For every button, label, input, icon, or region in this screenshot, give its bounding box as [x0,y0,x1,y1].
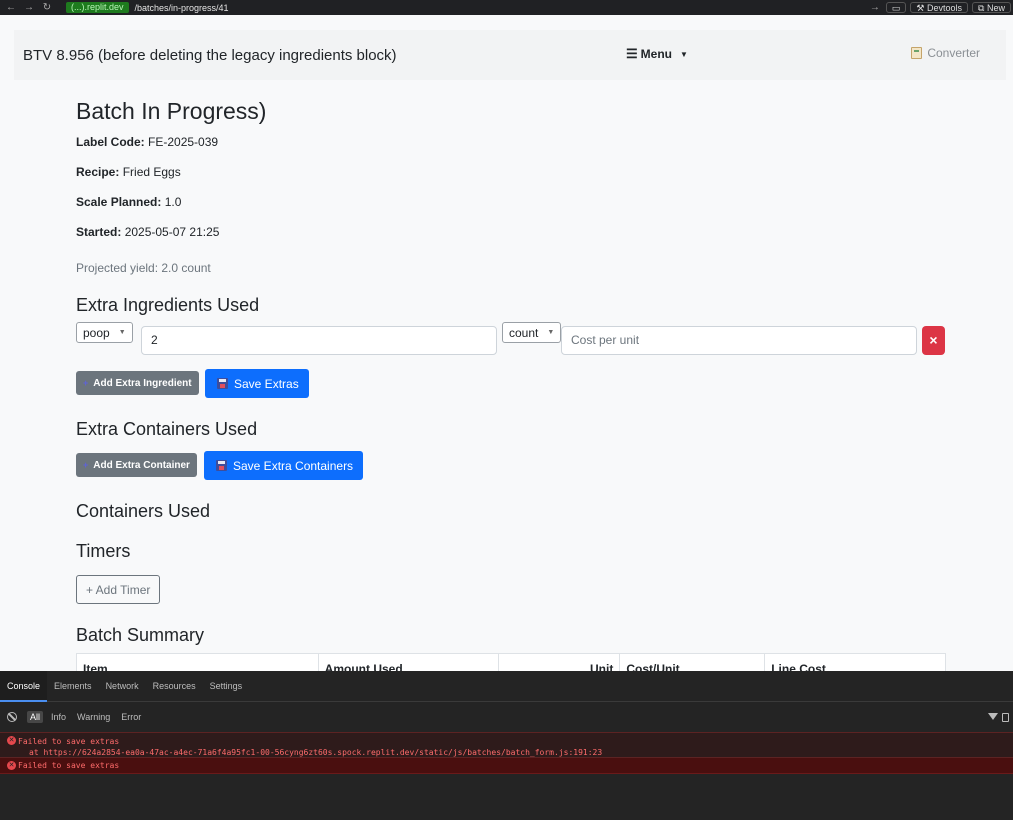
error-icon: ✕ [7,761,16,770]
copy-icon[interactable] [1002,712,1009,722]
field-value: FE-2025-039 [148,135,219,149]
save-extra-containers-button[interactable]: Save Extra Containers [204,451,364,480]
add-extra-container-label: Add Extra Container [93,459,190,471]
label-code-field: Label Code: FE-2025-039 [76,135,218,149]
external-link-icon: ⧉ [978,3,985,13]
field-label: Recipe: [76,165,120,179]
navbar: BTV 8.956 (before deleting the legacy in… [14,30,1006,80]
unit-select-value: count [509,325,539,340]
tab-settings[interactable]: Settings [203,671,250,702]
log-message: Failed to save extras [18,761,120,770]
console-filter-bar: All Info Warning Error [0,702,1013,732]
add-timer-button[interactable]: + Add Timer [76,575,161,604]
tab-console[interactable]: Console [0,670,48,702]
tab-network[interactable]: Network [99,671,146,702]
field-label: Scale Planned: [76,195,162,209]
console-error-entry[interactable]: ✕ Failed to save extras at https://624a2… [0,732,1013,758]
field-value: 1.0 [164,195,182,209]
floppy-disk-icon [216,460,227,471]
quantity-input[interactable]: 2 [141,326,497,355]
unit-select[interactable]: count ▼ [502,322,562,343]
devtools-button[interactable]: ⚒ Devtools [910,2,969,13]
console-tools [988,712,1009,722]
floppy-disk-icon [217,378,228,389]
field-label: Label Code: [76,135,145,149]
timers-heading: Timers [76,541,131,561]
filter-info[interactable]: Info [48,711,69,723]
ingredient-select-value: poop [83,325,110,340]
browser-actions: → ▭ ⚒ Devtools ⧉ New [864,2,1011,13]
plus-icon: + [83,460,89,470]
calculator-icon [911,47,923,59]
converter-link[interactable]: Converter [911,46,980,60]
device-icon[interactable]: ▭ [885,2,907,13]
save-extras-label: Save Extras [234,376,299,391]
add-extra-ingredient-label: Add Extra Ingredient [93,377,192,389]
extra-containers-heading: Extra Containers Used [76,419,258,439]
field-label: Started: [76,225,122,239]
wrench-icon: ⚒ [916,3,925,13]
ingredient-select[interactable]: poop ▼ [76,322,133,343]
scale-planned-field: Scale Planned: 1.0 [76,195,181,209]
tab-resources[interactable]: Resources [146,671,203,702]
tab-elements[interactable]: Elements [47,671,99,702]
devtools-label: Devtools [927,3,963,13]
browser-toolbar: ← → ↻ (...).replit.dev /batches/in-progr… [0,0,1013,15]
batch-summary-heading: Batch Summary [76,625,205,645]
log-trace[interactable]: at https://624a2854-ea0a-47ac-a4ec-71a6f… [18,747,1013,758]
menu-dropdown[interactable]: ☰ Menu ▼ [626,46,688,62]
filter-warning[interactable]: Warning [74,711,113,723]
cost-per-unit-input[interactable]: Cost per unit [561,326,917,355]
delete-ingredient-button[interactable]: × [922,326,945,355]
field-value: 2025-05-07 21:25 [124,225,220,239]
brand-title[interactable]: BTV 8.956 (before deleting the legacy in… [23,47,397,64]
plus-icon: + [83,378,89,388]
extra-ingredients-heading: Extra Ingredients Used [76,295,260,315]
filter-error[interactable]: Error [118,711,144,723]
caret-down-icon: ▼ [680,49,688,59]
add-extra-container-button[interactable]: + Add Extra Container [76,453,197,477]
console-error-entry[interactable]: ✕ Failed to save extras [0,758,1013,774]
url-domain[interactable]: (...).replit.dev [66,2,129,13]
filter-all[interactable]: All [27,711,44,723]
go-icon[interactable]: → [868,2,882,13]
log-message: Failed to save extras [18,737,120,746]
save-extra-containers-label: Save Extra Containers [233,458,354,473]
menu-label: Menu [640,47,672,61]
converter-label: Converter [927,46,980,60]
started-field: Started: 2025-05-07 21:25 [76,225,219,239]
caret-down-icon: ▼ [118,329,126,336]
field-value: Fried Eggs [122,165,181,179]
clear-console-icon[interactable] [7,712,17,722]
devtools-tabs: Console Elements Network Resources Setti… [0,670,1013,702]
filter-funnel-icon[interactable] [988,712,998,720]
url-path[interactable]: /batches/in-progress/41 [135,3,229,13]
page-title: Batch In Progress) [76,98,267,124]
forward-icon[interactable]: → [22,2,36,13]
new-tab-button[interactable]: ⧉ New [972,2,1011,13]
containers-used-heading: Containers Used [76,501,211,521]
back-icon[interactable]: ← [4,2,18,13]
save-extras-button[interactable]: Save Extras [205,369,309,398]
error-icon: ✕ [7,736,16,745]
reload-icon[interactable]: ↻ [40,2,54,13]
recipe-field: Recipe: Fried Eggs [76,165,181,179]
add-extra-ingredient-button[interactable]: + Add Extra Ingredient [76,371,199,395]
projected-yield: Projected yield: 2.0 count [76,261,211,275]
devtools-panel: Console Elements Network Resources Setti… [0,670,1013,820]
hamburger-icon: ☰ [626,46,638,61]
new-tab-label: New [986,3,1005,13]
caret-down-icon: ▼ [547,329,555,336]
